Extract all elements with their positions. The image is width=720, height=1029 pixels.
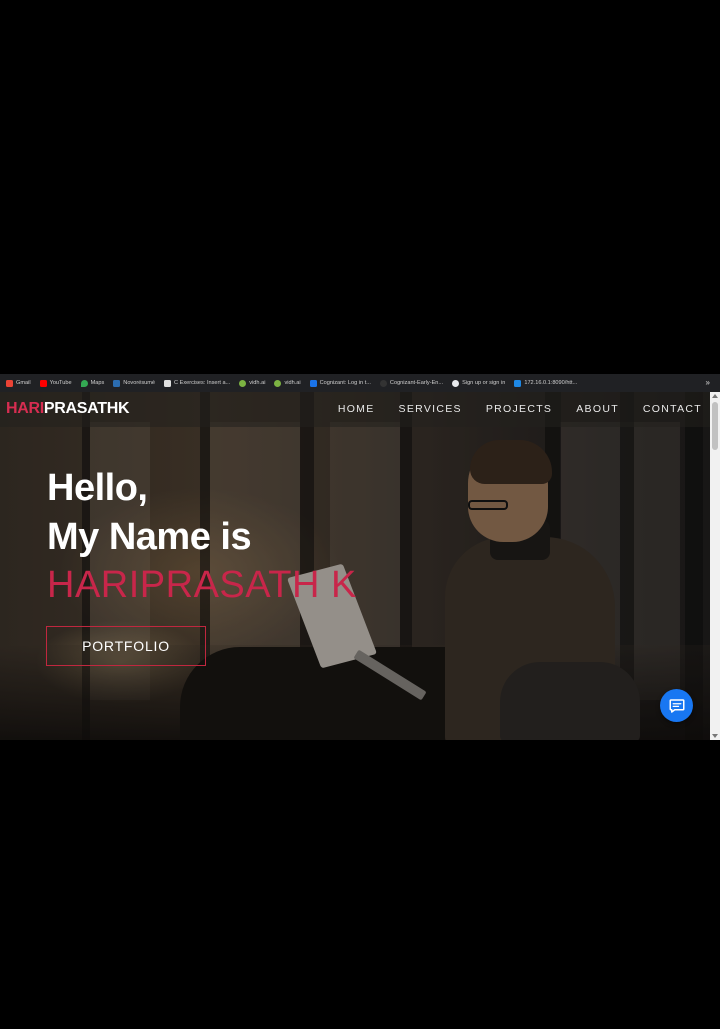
hero-greeting: Hello,	[47, 467, 148, 509]
bookmark-label: Novorésumé	[123, 380, 155, 386]
sophos-icon	[514, 379, 522, 387]
nav-home[interactable]: HOME	[338, 403, 375, 415]
logo-part-first: HARI	[6, 400, 44, 417]
cognizant-icon	[309, 379, 317, 387]
main-nav: HOME SERVICES PROJECTS ABOUT CONTACT	[338, 403, 702, 415]
bookmark-label: Cognizant: Log in t...	[319, 380, 371, 386]
bookmark-vidh-2[interactable]: vidh.ai	[274, 379, 301, 387]
vidh-icon	[274, 379, 282, 387]
bookmark-youtube[interactable]: YouTube	[39, 379, 72, 387]
logo-part-last: PRASATHK	[43, 400, 130, 417]
nav-services[interactable]: SERVICES	[399, 403, 462, 415]
bookmark-maps[interactable]: Maps	[80, 379, 105, 387]
bookmark-label: 172.16.0.1:8090/htt...	[524, 380, 578, 386]
bookmark-vidh-1[interactable]: vidh.ai	[239, 379, 266, 387]
nav-contact[interactable]: CONTACT	[643, 403, 702, 415]
bookmark-label: Gmail	[16, 380, 31, 386]
bookmark-cognizant-early[interactable]: Cognizant-Early-En...	[379, 379, 444, 387]
bookmark-c-exercises[interactable]: C Exercises: Insert a...	[164, 379, 231, 387]
vidh-icon	[239, 379, 247, 387]
hero-intro: My Name is	[47, 516, 252, 558]
site-logo[interactable]: HARIPRASATHK	[6, 400, 130, 418]
bookmark-cognizant-login[interactable]: Cognizant: Log in t...	[309, 379, 371, 387]
scroll-down-arrow-icon[interactable]	[712, 734, 718, 738]
page-viewport: HARIPRASATHK HOME SERVICES PROJECTS ABOU…	[0, 392, 710, 740]
site-navbar: HARIPRASATHK HOME SERVICES PROJECTS ABOU…	[0, 392, 710, 427]
novoresume-icon	[113, 379, 121, 387]
chat-bubble-icon	[669, 698, 684, 713]
scroll-up-arrow-icon[interactable]	[712, 394, 718, 398]
bookmark-label: vidh.ai	[249, 380, 266, 386]
chat-button[interactable]	[660, 689, 693, 722]
bookmarks-bar: Gmail YouTube Maps Novorésumé C Exercise…	[0, 374, 720, 392]
globe-icon	[452, 379, 460, 387]
hero-name: HARIPRASATH K	[47, 564, 357, 606]
portfolio-button[interactable]: PORTFOLIO	[46, 626, 206, 666]
nav-about[interactable]: ABOUT	[576, 403, 619, 415]
maps-icon	[80, 379, 88, 387]
nav-projects[interactable]: PROJECTS	[486, 403, 552, 415]
gmail-icon	[6, 379, 13, 387]
more-bookmarks-button[interactable]: »	[706, 378, 710, 387]
screen-capture: Gmail YouTube Maps Novorésumé C Exercise…	[0, 374, 720, 740]
scrollbar-thumb[interactable]	[712, 402, 718, 450]
w3resource-icon	[164, 379, 171, 387]
bookmark-label: C Exercises: Insert a...	[174, 380, 231, 386]
bookmark-sign-up[interactable]: Sign up or sign in	[452, 379, 506, 387]
bookmark-label: Cognizant-Early-En...	[389, 380, 444, 386]
bookmark-local-ip[interactable]: 172.16.0.1:8090/htt...	[514, 379, 578, 387]
page-scrollbar[interactable]	[710, 392, 720, 740]
bookmark-label: Maps	[90, 380, 105, 386]
bookmark-label: YouTube	[49, 380, 72, 386]
bookmark-gmail[interactable]: Gmail	[6, 379, 31, 387]
bookmark-label: Sign up or sign in	[462, 380, 506, 386]
bookmark-label: vidh.ai	[284, 380, 301, 386]
bookmark-novoresume[interactable]: Novorésumé	[113, 379, 155, 387]
youtube-icon	[39, 379, 47, 387]
github-icon	[379, 379, 387, 387]
